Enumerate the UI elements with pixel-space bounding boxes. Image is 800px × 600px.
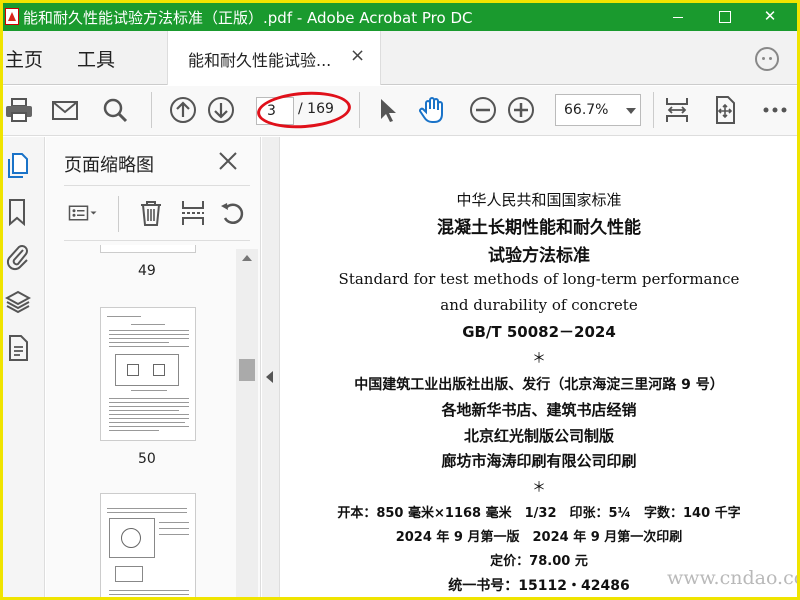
doc-line-distribution: 各地新华书店、建筑书店经销 [441, 401, 637, 419]
minimize-button[interactable] [655, 3, 701, 31]
doc-line-separator: ＊ [532, 480, 546, 496]
doc-line-plate-making: 北京红光制版公司制版 [463, 427, 614, 445]
page-thumbnails-icon[interactable] [5, 151, 31, 181]
toolbar-divider [151, 92, 152, 128]
doc-line-standard-type: 中华人民共和国国家标准 [456, 191, 622, 209]
window-title: 能和耐久性能试验方法标准（正版）.pdf - Adobe Acrobat Pro… [23, 9, 473, 27]
title-bar: 能和耐久性能试验方法标准（正版）.pdf - Adobe Acrobat Pro… [3, 3, 797, 31]
doc-line-edition: 2024 年 9 月第一版 2024 年 9 月第一次印刷 [395, 530, 683, 545]
tab-bar: 主页 工具 能和耐久性能试验... × [3, 31, 797, 85]
document-page: 中华人民共和国国家标准 混凝土长期性能和耐久性能 试验方法标准 Standard… [281, 137, 797, 597]
doc-line-format: 开本：850 毫米×1168 毫米 1/32 印张：5¼ 字数：140 千字 [337, 506, 741, 521]
zoom-in-icon[interactable] [505, 94, 537, 126]
watermark-text: www.cndao.com [667, 567, 797, 589]
thumbnail-page-number: 50 [138, 451, 156, 467]
close-panel-icon[interactable] [216, 149, 240, 173]
thumbnail-scrollbar[interactable] [236, 249, 258, 597]
previous-page-icon[interactable] [167, 94, 199, 126]
doc-line-english-title-2: and durability of concrete [440, 296, 638, 314]
page-thumbnails-panel: 页面缩略图 49 50 [46, 137, 261, 597]
thumbnail-toolbar [64, 185, 250, 241]
navigation-rail [3, 137, 45, 597]
acrobat-window: 能和耐久性能试验方法标准（正版）.pdf - Adobe Acrobat Pro… [3, 3, 797, 597]
close-tab-icon[interactable]: × [350, 45, 365, 66]
bookmark-icon[interactable] [5, 197, 31, 227]
layers-icon[interactable] [4, 287, 32, 317]
doc-line-english-title-1: Standard for test methods of long-term p… [338, 270, 740, 288]
chevron-down-icon [626, 108, 636, 114]
search-icon[interactable] [99, 94, 131, 126]
maximize-button[interactable] [701, 3, 747, 31]
doc-line-title-2: 试验方法标准 [488, 246, 590, 266]
thumbnail-page-number: 49 [138, 263, 156, 279]
delete-page-icon[interactable] [136, 198, 166, 228]
doc-line-title-1: 混凝土长期性能和耐久性能 [437, 218, 641, 238]
panel-collapse-handle[interactable] [262, 137, 280, 597]
scroll-up-arrow-icon[interactable] [242, 255, 252, 261]
toolbar-divider [653, 92, 654, 128]
full-screen-icon[interactable] [709, 94, 741, 126]
tab-document[interactable]: 能和耐久性能试验... × [167, 31, 381, 85]
next-page-icon[interactable] [205, 94, 237, 126]
document-properties-icon[interactable] [5, 333, 31, 363]
zoom-value: 66.7% [564, 102, 609, 118]
attachment-icon[interactable] [5, 241, 31, 271]
tab-tools[interactable]: 工具 [77, 45, 115, 72]
email-icon[interactable] [49, 94, 81, 126]
thumbnail-options-icon[interactable] [68, 198, 108, 228]
close-window-button[interactable]: ✕ [747, 3, 793, 31]
rotate-page-icon[interactable] [218, 198, 248, 228]
chevron-left-icon [266, 371, 273, 383]
zoom-dropdown[interactable]: 66.7% [555, 94, 641, 126]
help-icon[interactable] [755, 47, 779, 71]
toolbar-divider [359, 92, 360, 128]
acrobat-app-icon [5, 8, 19, 25]
thumbnail-page-49[interactable] [100, 245, 196, 253]
tab-home[interactable]: 主页 [5, 45, 43, 72]
print-icon[interactable] [3, 94, 35, 126]
main-toolbar: 3 / 169 66.7% [3, 86, 797, 136]
hand-tool-icon[interactable] [417, 94, 449, 126]
scrollbar-thumb[interactable] [239, 359, 255, 381]
more-options-icon[interactable] [759, 94, 791, 126]
panel-title: 页面缩略图 [64, 155, 154, 176]
select-cursor-icon[interactable] [371, 94, 403, 126]
doc-line-publisher: 中国建筑工业出版社出版、发行（北京海淀三里河路 9 号） [354, 377, 724, 393]
document-tab-label: 能和耐久性能试验... [188, 51, 332, 70]
fit-width-icon[interactable] [661, 94, 693, 126]
toolbar-divider [118, 196, 119, 232]
doc-line-printing: 廊坊市海涛印刷有限公司印刷 [441, 452, 637, 470]
doc-line-standard-code: GB/T 50082－2024 [462, 323, 616, 341]
insert-page-icon[interactable] [178, 198, 208, 228]
thumbnail-page-50[interactable] [100, 307, 196, 441]
zoom-out-icon[interactable] [467, 94, 499, 126]
doc-line-separator: ＊ [532, 351, 546, 367]
thumbnail-page-51[interactable] [100, 493, 196, 597]
red-highlight-ellipse [255, 88, 353, 132]
